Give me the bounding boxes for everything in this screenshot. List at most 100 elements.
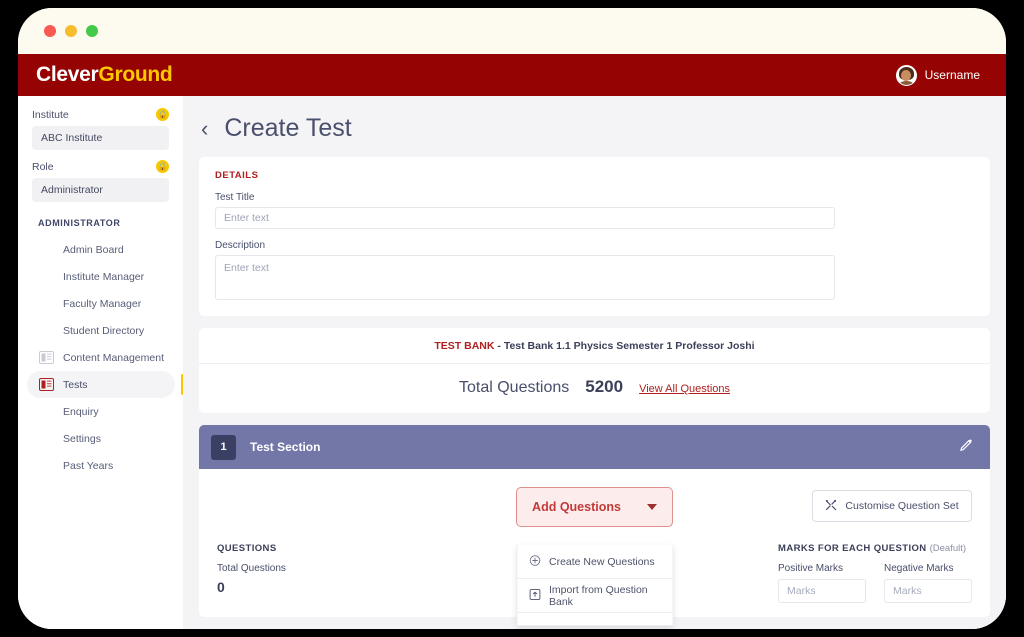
menu-item-label: Import from Question Bank bbox=[549, 583, 648, 608]
test-section-body: Add Questions Customise Question Set Cre… bbox=[199, 469, 990, 626]
sidebar: Institute 🔒 ABC Institute Role 🔒 Adminis… bbox=[18, 96, 184, 629]
details-heading: DETAILS bbox=[215, 170, 259, 181]
marks-fields: Positive Marks Marks Negative Marks Mark… bbox=[778, 563, 972, 603]
negative-marks-field: Negative Marks Marks bbox=[884, 563, 972, 603]
section-number-badge: 1 bbox=[211, 434, 236, 460]
main-content: ‹ Create Test DETAILS Test Title Enter t… bbox=[183, 96, 1006, 629]
page-title: Create Test bbox=[224, 114, 352, 142]
sidebar-item-label: Student Directory bbox=[63, 324, 145, 337]
test-bank-info: TEST BANK - Test Bank 1.1 Physics Semest… bbox=[199, 328, 990, 364]
sidebar-item-settings[interactable]: Settings bbox=[27, 425, 175, 452]
positive-marks-label: Positive Marks bbox=[778, 563, 844, 574]
test-bank-meta: Test Bank 1.1 Physics Semester 1 Profess… bbox=[503, 340, 755, 352]
window-titlebar bbox=[18, 8, 1006, 54]
pencil-icon[interactable] bbox=[959, 438, 974, 456]
test-title-input[interactable]: Enter text bbox=[215, 207, 835, 229]
lock-icon: 🔒 bbox=[156, 160, 169, 173]
chevron-down-icon bbox=[646, 504, 657, 510]
avatar bbox=[895, 64, 917, 86]
institute-select[interactable]: ABC Institute bbox=[32, 126, 169, 150]
top-brand-bar: CleverGround Username bbox=[18, 54, 1006, 96]
test-section-header-left: 1 Test Section bbox=[211, 434, 321, 460]
positive-marks-field: Positive Marks Marks bbox=[778, 563, 866, 603]
description-label: Description bbox=[215, 240, 266, 251]
test-bank-card: TEST BANK - Test Bank 1.1 Physics Semest… bbox=[199, 328, 990, 413]
application-window: CleverGround Username Institute 🔒 ABC In… bbox=[18, 54, 1006, 629]
tests-icon bbox=[39, 378, 54, 391]
customise-label: Customise Question Set bbox=[845, 500, 959, 512]
sidebar-item-student-directory[interactable]: Student Directory bbox=[27, 317, 175, 344]
sidebar-role-header: Role 🔒 bbox=[32, 160, 169, 173]
plus-circle-icon bbox=[529, 554, 540, 569]
sidebar-item-label: Faculty Manager bbox=[63, 297, 142, 310]
sidebar-item-admin-board[interactable]: Admin Board bbox=[27, 236, 175, 263]
logo-text-secondary: Ground bbox=[98, 63, 173, 86]
section-action-row: Add Questions Customise Question Set Cre… bbox=[217, 487, 972, 626]
role-select[interactable]: Administrator bbox=[32, 178, 169, 202]
sidebar-item-past-years[interactable]: Past Years bbox=[27, 452, 175, 479]
app-logo[interactable]: CleverGround bbox=[36, 63, 173, 87]
sidebar-section-title: ADMINISTRATOR bbox=[38, 218, 121, 228]
test-bank-separator: - bbox=[494, 340, 504, 352]
test-title-label: Test Title bbox=[215, 192, 255, 203]
window-minimize-button[interactable] bbox=[65, 25, 77, 37]
test-section-header: 1 Test Section bbox=[199, 425, 990, 469]
marks-heading-text: MARKS FOR EACH QUESTION bbox=[778, 543, 927, 554]
sidebar-item-tests[interactable]: Tests bbox=[27, 371, 184, 398]
view-all-questions-link[interactable]: View All Questions bbox=[639, 383, 730, 395]
sidebar-institute-label: Institute bbox=[32, 108, 69, 121]
back-chevron-icon[interactable]: ‹ bbox=[201, 117, 208, 140]
total-questions-stat-value: 0 bbox=[217, 579, 225, 595]
negative-marks-label: Negative Marks bbox=[884, 563, 954, 574]
window-close-button[interactable] bbox=[44, 25, 56, 37]
sidebar-item-label: Past Years bbox=[63, 459, 114, 472]
sidebar-item-label: Content Management bbox=[63, 351, 164, 364]
total-questions-value: 5200 bbox=[585, 377, 624, 396]
username-label: Username bbox=[924, 68, 980, 82]
test-bank-totals: Total Questions 5200 View All Questions bbox=[199, 364, 990, 413]
marks-heading: MARKS FOR EACH QUESTION (Deafult) bbox=[778, 543, 972, 554]
sidebar-item-content-management[interactable]: Content Management bbox=[27, 344, 175, 371]
questions-heading: QUESTIONS bbox=[217, 543, 277, 554]
sidebar-item-label: Institute Manager bbox=[63, 270, 145, 283]
user-menu[interactable]: Username bbox=[895, 64, 980, 86]
sidebar-item-label: Admin Board bbox=[63, 243, 124, 256]
menu-item-label: Create New Questions bbox=[549, 555, 655, 568]
sidebar-item-faculty-manager[interactable]: Faculty Manager bbox=[27, 290, 175, 317]
sidebar-institute-header: Institute 🔒 bbox=[32, 108, 169, 121]
add-questions-label: Add Questions bbox=[532, 500, 621, 514]
avatar-face bbox=[901, 69, 912, 81]
sidebar-item-label: Settings bbox=[63, 432, 101, 445]
total-questions-stat-label: Total Questions bbox=[217, 563, 286, 574]
marks-stats: MARKS FOR EACH QUESTION (Deafult) Positi… bbox=[778, 543, 972, 603]
sidebar-item-institute-manager[interactable]: Institute Manager bbox=[27, 263, 175, 290]
menu-item-create-new-questions[interactable]: Create New Questions bbox=[517, 545, 672, 579]
marks-heading-suffix: (Deafult) bbox=[929, 543, 967, 554]
lock-icon: 🔒 bbox=[156, 108, 169, 121]
sidebar-institute-group: Institute 🔒 ABC Institute bbox=[18, 108, 183, 150]
sidebar-role-label: Role bbox=[32, 160, 54, 173]
questions-stats: QUESTIONS Total Questions 0 bbox=[217, 543, 286, 603]
sidebar-item-enquiry[interactable]: Enquiry bbox=[27, 398, 175, 425]
window-maximize-button[interactable] bbox=[86, 25, 98, 37]
page-header: ‹ Create Test bbox=[201, 114, 990, 143]
sidebar-role-group: Role 🔒 Administrator bbox=[18, 160, 183, 202]
menu-item-import-from-question-bank[interactable]: Import from Question Bank bbox=[517, 579, 672, 613]
sidebar-item-label: Tests bbox=[63, 378, 88, 391]
negative-marks-input[interactable]: Marks bbox=[884, 579, 972, 603]
sidebar-item-label: Enquiry bbox=[63, 405, 99, 418]
customise-question-set-button[interactable]: Customise Question Set bbox=[812, 490, 972, 522]
test-bank-tag: TEST BANK bbox=[434, 340, 495, 352]
document-icon bbox=[39, 351, 54, 364]
tools-icon bbox=[825, 499, 837, 514]
import-box-icon bbox=[529, 588, 540, 603]
menu-item-truncated[interactable] bbox=[517, 613, 672, 625]
test-section-card: 1 Test Section Add Questions Customise Q… bbox=[199, 425, 990, 626]
positive-marks-input[interactable]: Marks bbox=[778, 579, 866, 603]
app-body: Institute 🔒 ABC Institute Role 🔒 Adminis… bbox=[18, 96, 1006, 629]
section-title: Test Section bbox=[250, 440, 321, 454]
description-input[interactable]: Enter text bbox=[215, 255, 835, 300]
device-frame: CleverGround Username Institute 🔒 ABC In… bbox=[18, 8, 1006, 629]
details-card: DETAILS Test Title Enter text Descriptio… bbox=[199, 157, 990, 316]
add-questions-button[interactable]: Add Questions bbox=[516, 487, 673, 527]
